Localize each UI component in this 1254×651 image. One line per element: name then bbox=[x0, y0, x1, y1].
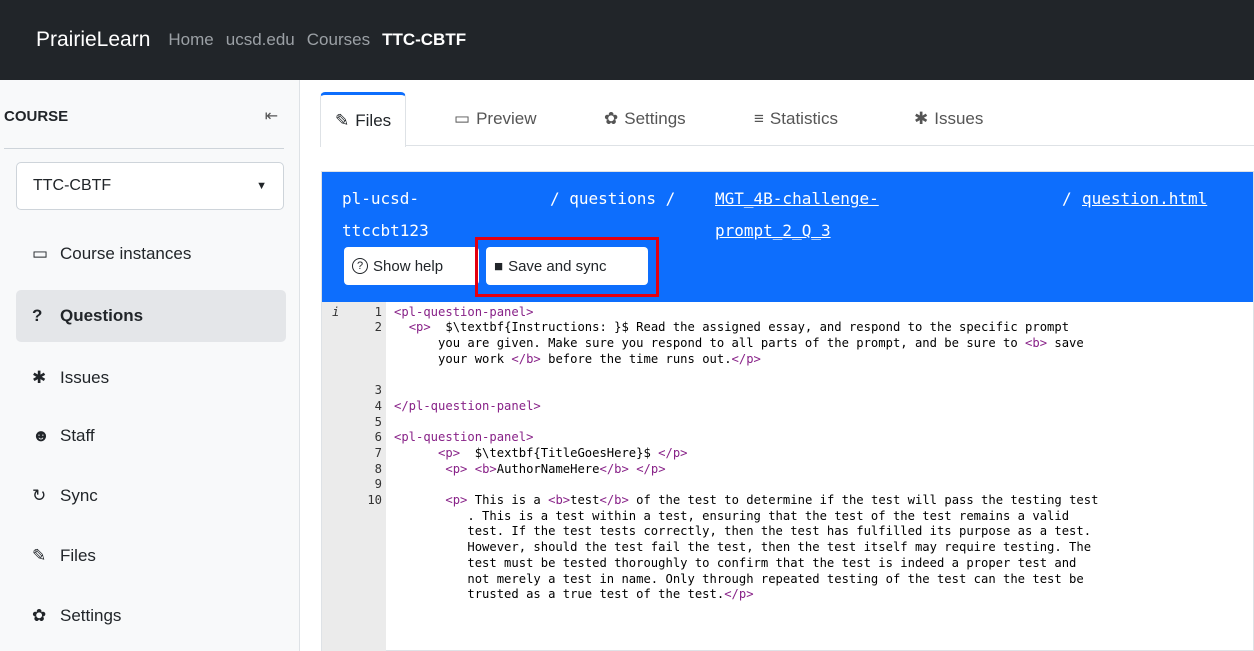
nav-institution[interactable]: ucsd.edu bbox=[226, 30, 295, 50]
gear-icon: ✿ bbox=[32, 606, 47, 625]
breadcrumb-folder-cont[interactable]: prompt_2_Q_3 bbox=[715, 216, 831, 246]
code-line: test. If the test tests correctly, then … bbox=[394, 524, 1092, 538]
breadcrumb-separator: / bbox=[1062, 189, 1072, 208]
sidebar-item-settings[interactable]: ✿ Settings bbox=[16, 590, 286, 642]
code-line: However, should the test fail the test, … bbox=[394, 540, 1092, 554]
sidebar-item-questions[interactable]: ? Questions bbox=[16, 290, 286, 342]
sidebar-item-label: Course instances bbox=[60, 244, 192, 263]
file-path-header: pl-ucsd- ttccbt123 / questions / MGT_4B-… bbox=[322, 172, 1253, 302]
code-editor[interactable]: i 1 2 3 4 5 6 7 8 9 10 <pl-question-pane… bbox=[322, 302, 1253, 651]
button-label: Show help bbox=[373, 257, 444, 275]
tab-files[interactable]: ✎ Files bbox=[320, 92, 407, 147]
sidebar: COURSE ⇤ TTC-CBTF ▼ ▭ Course instances ?… bbox=[0, 80, 300, 651]
breadcrumb-course[interactable]: pl-ucsd- bbox=[342, 184, 419, 214]
line-number: 5 bbox=[374, 415, 382, 429]
code-line: . This is a test within a test, ensuring… bbox=[394, 509, 1070, 523]
course-select-value: TTC-CBTF bbox=[33, 177, 112, 194]
tab-label: Issues bbox=[934, 109, 984, 128]
chalkboard-icon: ▭ bbox=[32, 244, 49, 263]
bug-icon: ✱ bbox=[32, 368, 47, 387]
sync-icon: ↻ bbox=[32, 486, 47, 505]
chart-icon: ≡ bbox=[754, 109, 764, 128]
sidebar-item-issues[interactable]: ✱ Issues bbox=[16, 352, 286, 404]
sidebar-item-label: Staff bbox=[60, 426, 95, 445]
tab-statistics[interactable]: ≡ Statistics bbox=[740, 92, 852, 146]
sidebar-title: COURSE bbox=[4, 107, 69, 125]
sidebar-item-label: Issues bbox=[60, 368, 110, 387]
bug-icon: ✱ bbox=[914, 109, 929, 128]
tab-issues[interactable]: ✱ Issues bbox=[900, 92, 997, 146]
highlight-annotation-box bbox=[475, 237, 659, 297]
file-editor-panel: pl-ucsd- ttccbt123 / questions / MGT_4B-… bbox=[321, 171, 1254, 651]
sidebar-header: COURSE ⇤ bbox=[0, 102, 290, 130]
sidebar-item-course-instances[interactable]: ▭ Course instances bbox=[16, 228, 286, 280]
sidebar-item-staff[interactable]: ☻ Staff bbox=[16, 410, 286, 462]
sidebar-item-label: Questions bbox=[60, 306, 144, 325]
line-number: 2 bbox=[374, 320, 382, 334]
code-line: <pl-question-panel> bbox=[394, 430, 534, 444]
line-number: 7 bbox=[374, 446, 382, 460]
monitor-icon: ▭ bbox=[454, 109, 471, 128]
line-number: 1 bbox=[374, 305, 382, 319]
line-number: 3 bbox=[374, 383, 382, 397]
nav-home[interactable]: Home bbox=[168, 30, 213, 50]
breadcrumb-separator: / questions / bbox=[550, 189, 676, 208]
question-tabs: ✎ Files ▭ Preview ✿ Settings ≡ Statistic… bbox=[320, 92, 1254, 147]
line-number: 6 bbox=[374, 430, 382, 444]
line-number: 10 bbox=[367, 493, 382, 507]
tab-label: Preview bbox=[476, 109, 537, 128]
question-icon: ? bbox=[32, 306, 43, 325]
sidebar-divider bbox=[4, 148, 284, 149]
line-number-gutter: i 1 2 3 4 5 6 7 8 9 10 bbox=[322, 302, 386, 651]
sidebar-item-sync[interactable]: ↻ Sync bbox=[16, 470, 286, 522]
breadcrumb-folder[interactable]: MGT_4B-challenge- bbox=[715, 184, 879, 214]
tab-preview[interactable]: ▭ Preview bbox=[440, 92, 551, 146]
code-line: <p> <b>AuthorNameHere</b> </p> bbox=[445, 462, 666, 476]
code-line: your work </b> before the time runs out.… bbox=[394, 352, 761, 366]
nav-courses[interactable]: Courses bbox=[307, 30, 370, 50]
edit-icon: ✎ bbox=[32, 546, 47, 565]
code-line: trusted as a true test of the test.</p> bbox=[394, 587, 754, 601]
users-icon: ☻ bbox=[32, 426, 50, 445]
tab-settings[interactable]: ✿ Settings bbox=[590, 92, 700, 146]
code-line: <pl-question-panel> bbox=[394, 305, 534, 319]
sidebar-item-files[interactable]: ✎ Files bbox=[16, 530, 286, 582]
sidebar-item-label: Sync bbox=[60, 486, 98, 505]
line-number: 4 bbox=[374, 399, 382, 413]
code-line: <p> $\textbf{TitleGoesHere}$ </p> bbox=[438, 446, 688, 460]
code-line: <p> $\textbf{Instructions: }$ Read the a… bbox=[408, 320, 1070, 334]
code-line: <p> This is a <b>test</b> of the test to… bbox=[445, 493, 1099, 507]
course-select[interactable]: TTC-CBTF ▼ bbox=[16, 162, 284, 210]
breadcrumb-file[interactable]: question.html bbox=[1082, 184, 1207, 214]
line-number: 8 bbox=[374, 462, 382, 476]
line-number: 9 bbox=[374, 477, 382, 491]
sidebar-item-label: Files bbox=[60, 546, 96, 565]
tab-label: Settings bbox=[624, 109, 686, 128]
gear-icon: ✿ bbox=[604, 109, 619, 128]
collapse-sidebar-icon[interactable]: ⇤ bbox=[265, 106, 278, 126]
sidebar-item-label: Settings bbox=[60, 606, 122, 625]
tab-label: Statistics bbox=[769, 109, 838, 128]
tab-label: Files bbox=[355, 111, 392, 130]
code-line: </pl-question-panel> bbox=[394, 399, 541, 413]
breadcrumb-course-cont[interactable]: ttccbt123 bbox=[342, 216, 429, 246]
help-circle-icon: ? bbox=[352, 258, 368, 274]
top-navbar: PrairieLearn Home ucsd.edu Courses TTC-C… bbox=[0, 0, 1254, 80]
show-help-button[interactable]: ? Show help bbox=[344, 247, 479, 285]
code-line: you are given. Make sure you respond to … bbox=[394, 336, 1084, 350]
code-line: not merely a test in name. Only through … bbox=[394, 572, 1084, 586]
nav-current-course[interactable]: TTC-CBTF bbox=[382, 30, 466, 50]
edit-icon: ✎ bbox=[335, 111, 350, 130]
info-icon: i bbox=[332, 305, 340, 319]
code-line: test must be tested thoroughly to confir… bbox=[394, 556, 1077, 570]
brand-logo[interactable]: PrairieLearn bbox=[36, 28, 150, 52]
caret-down-icon: ▼ bbox=[256, 180, 267, 192]
